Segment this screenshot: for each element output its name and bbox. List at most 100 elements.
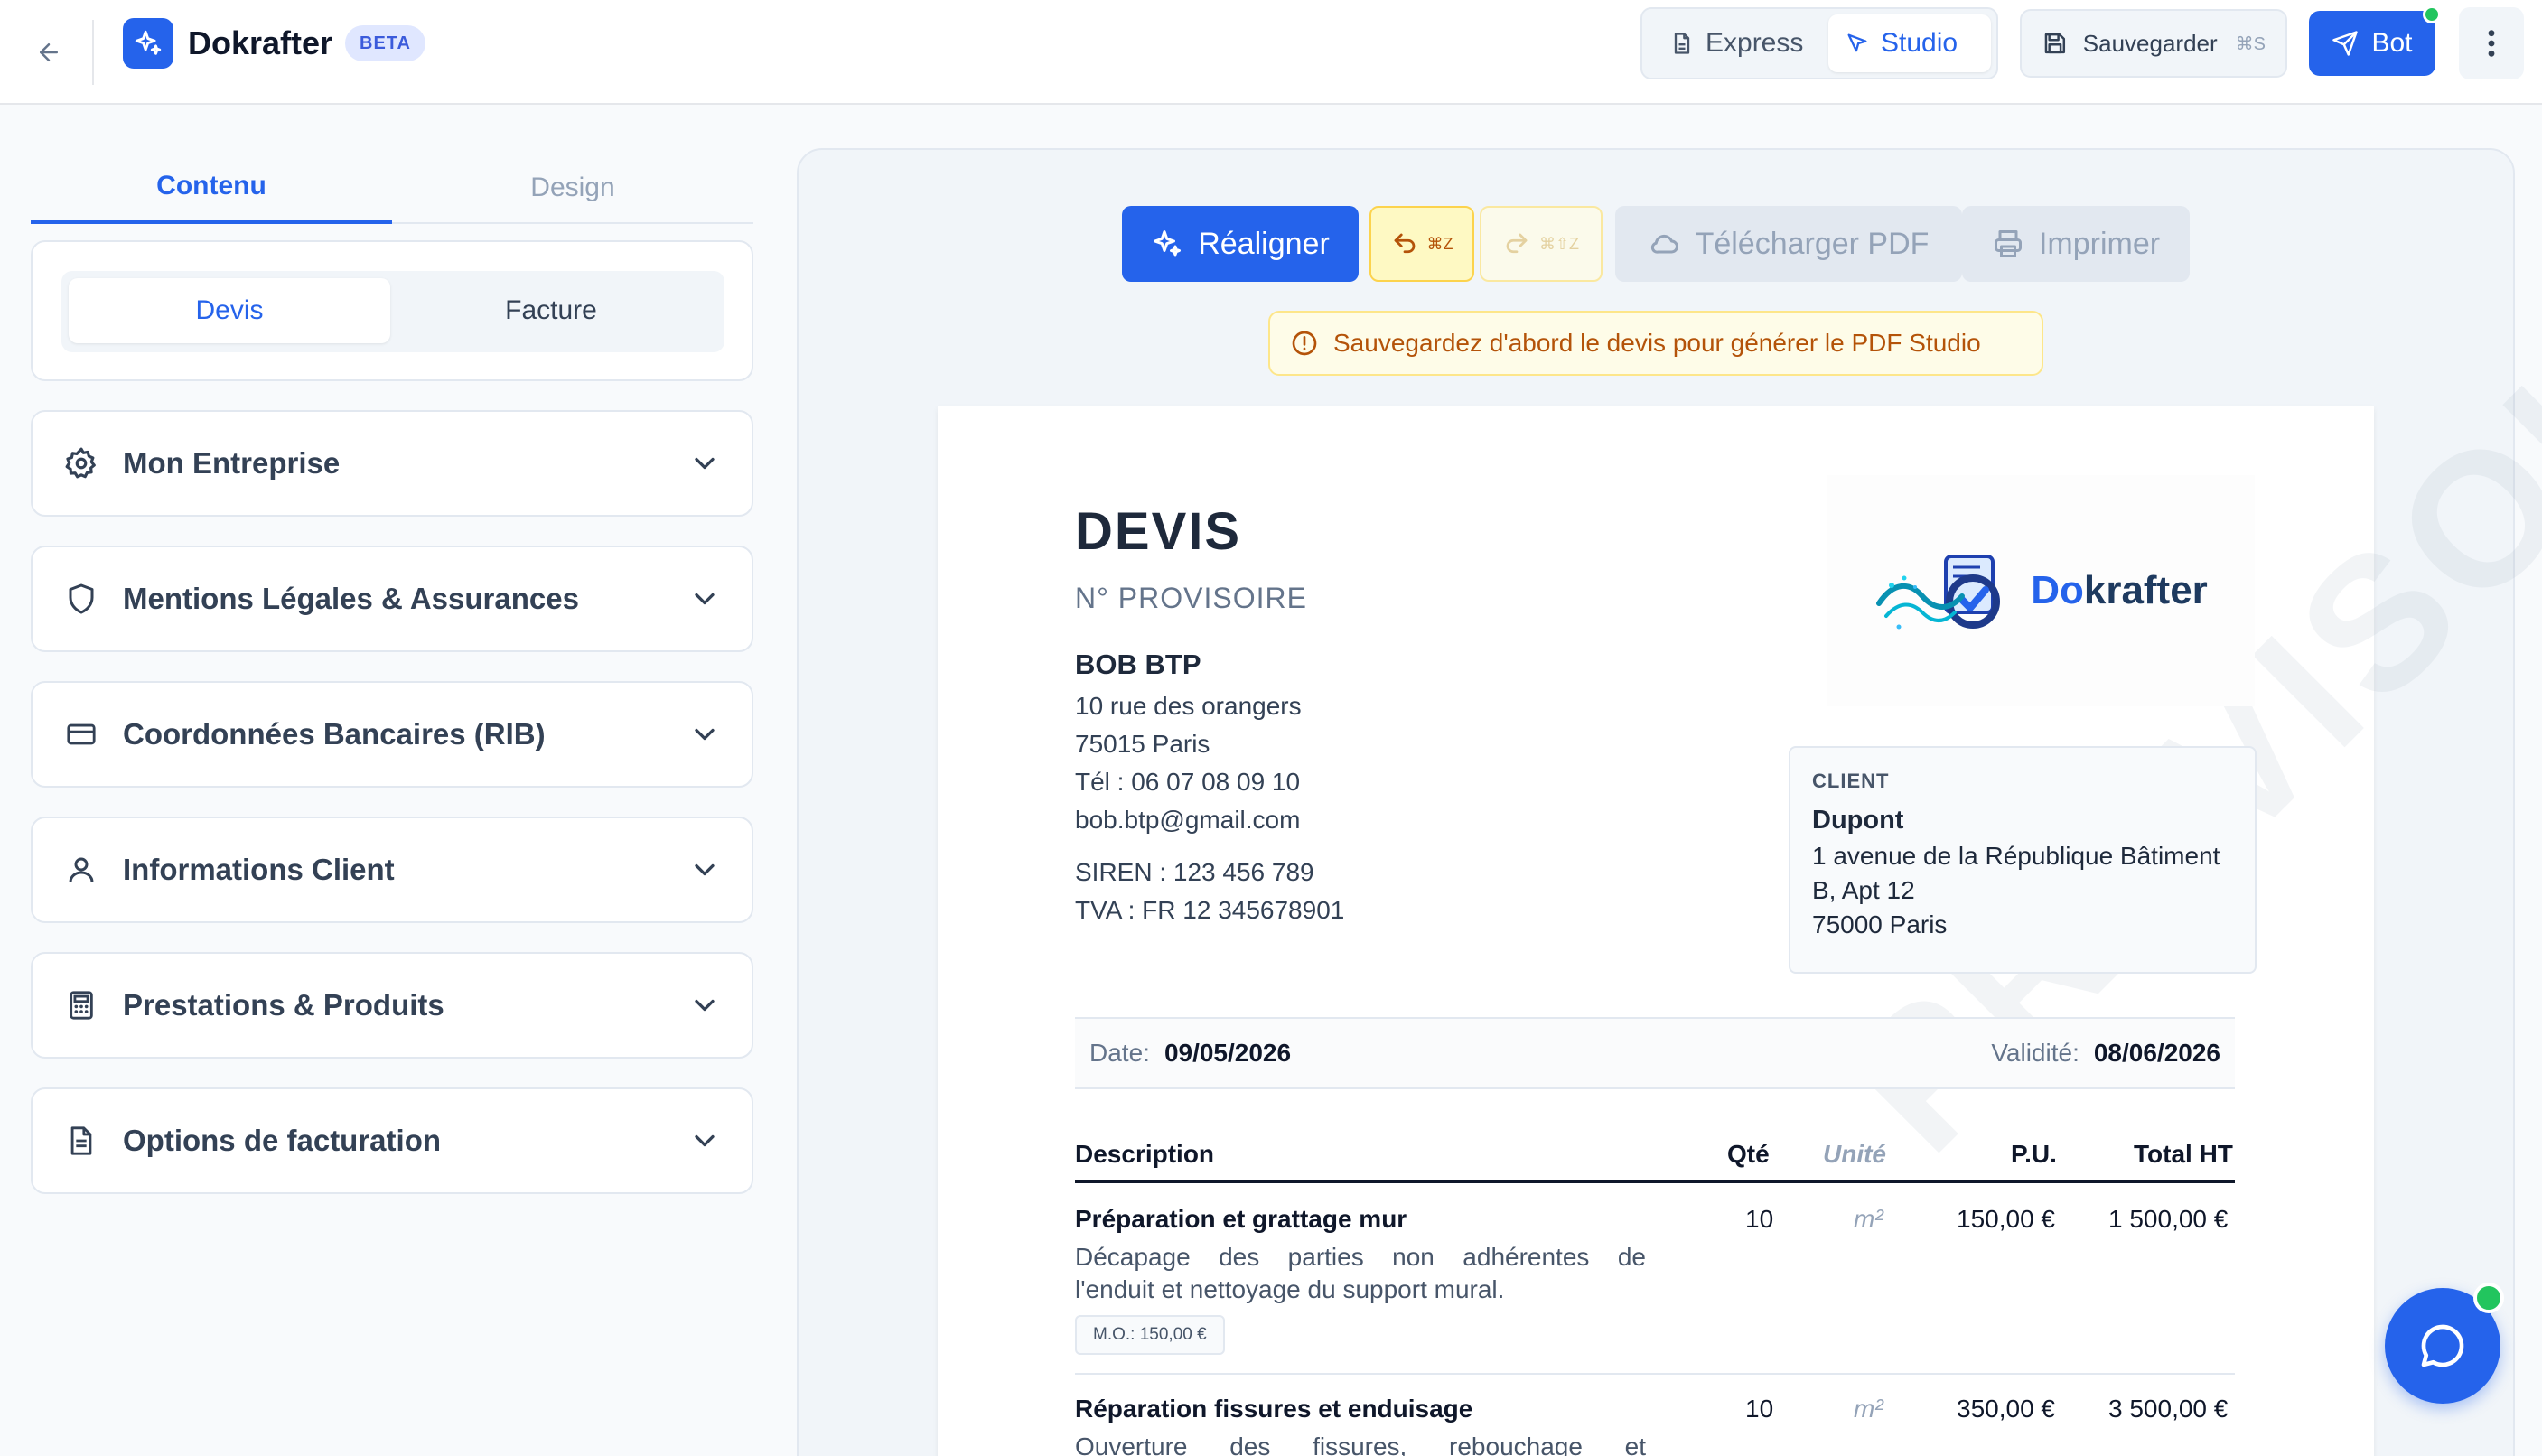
line-description: Ouverture des fissures, rebouchage et [1075,1431,1646,1456]
print-label: Imprimer [2038,226,2161,261]
realign-label: Réaligner [1198,226,1330,261]
validity-value: 08/06/2026 [2093,1039,2220,1067]
validity-label: Validité: [1991,1039,2079,1067]
app-title: Dokrafter [188,24,333,61]
realign-button[interactable]: Réaligner [1122,206,1359,282]
studio-mode-button[interactable]: Studio [1828,14,1991,72]
credit-card-icon [63,716,99,752]
date-label: Date: [1089,1039,1150,1067]
redo-button[interactable]: ⌘⇧Z [1480,206,1603,282]
document-title: DEVIS [1075,502,1242,561]
express-label: Express [1706,28,1804,58]
dokrafter-logo-icon [1876,555,2001,630]
section-label: Prestations & Produits [123,988,444,1022]
line-description: Décapage des parties non adhérentes de l… [1075,1241,1646,1306]
company-siren: SIREN : 123 456 789 [1075,858,1314,886]
redo-shortcut: ⌘⇧Z [1538,234,1580,253]
chevron-down-icon [695,457,715,470]
online-indicator [2423,5,2441,23]
date-value: 09/05/2026 [1164,1039,1292,1067]
save-warning-banner: Sauvegardez d'abord le devis pour génére… [1268,311,2043,376]
tab-design[interactable]: Design [392,152,753,224]
line-description-1: Décapage des parties non adhérentes de [1075,1243,1646,1271]
send-icon [2332,31,2359,56]
facture-button[interactable]: Facture [390,278,712,343]
gear-icon [63,445,99,481]
divider [92,20,94,85]
column-qty: Qté [1727,1140,1770,1168]
client-address-line1: 1 avenue de la République Bâtiment [1812,842,2220,870]
document-icon [63,1123,99,1159]
section-prestations-produits[interactable]: Prestations & Produits [31,952,753,1059]
sidebar-tabs: Contenu Design [31,152,753,224]
sparkles-icon [135,30,162,55]
more-menu-button[interactable] [2459,7,2524,79]
chat-online-indicator [2473,1283,2504,1313]
tab-contenu[interactable]: Contenu [31,152,392,224]
line-total: 1 500,00 € [2108,1205,2229,1233]
company-address-line1: 10 rue des orangers [1075,692,1302,720]
section-coordonnees-bancaires[interactable]: Coordonnées Bancaires (RIB) [31,681,753,788]
labor-badge: M.O.: 150,00 € [1075,1315,1225,1355]
column-total: Total HT [2134,1140,2233,1168]
column-pu: P.U. [2011,1140,2057,1168]
printer-icon [1994,230,2022,257]
save-button[interactable]: Sauvegarder ⌘S [2020,9,2287,78]
validity: Validité: 08/06/2026 [1991,1039,2220,1068]
section-label: Mentions Légales & Assurances [123,582,579,615]
section-label: Mon Entreprise [123,446,341,480]
cloud-icon [1650,234,1678,254]
mode-switch: Express Studio [1640,7,1998,79]
download-pdf-button[interactable]: Télécharger PDF [1615,206,1962,282]
table-header: Description Qté Unité P.U. Total HT [1075,1136,2235,1183]
cursor-icon [1847,33,1867,52]
section-label: Coordonnées Bancaires (RIB) [123,717,546,751]
company-logo: Dokrafter [1827,475,2255,706]
section-mon-entreprise[interactable]: Mon Entreprise [31,410,753,517]
client-address-line2: B, Apt 12 [1812,876,1915,904]
bot-label: Bot [2371,28,2413,58]
column-description: Description [1075,1140,1215,1168]
line-description-1: Ouverture des fissures, rebouchage et [1075,1433,1646,1456]
beta-badge: BETA [345,25,425,61]
chevron-down-icon [695,1134,715,1147]
app-logo[interactable] [123,18,173,69]
devis-button[interactable]: Devis [69,278,390,343]
row-divider [1075,1373,2235,1375]
chevron-down-icon [695,593,715,605]
section-informations-client[interactable]: Informations Client [31,817,753,923]
line-description-2: l'enduit et nettoyage du support mural. [1075,1275,1505,1303]
line-unit: m² [1854,1395,1883,1423]
section-mentions-legales[interactable]: Mentions Légales & Assurances [31,546,753,652]
chevron-down-icon [695,863,715,876]
document-type-card: Devis Facture [31,240,753,381]
logo-prefix: Do [2031,568,2084,612]
line-qty: 10 [1745,1395,1774,1423]
floppy-disk-icon [2044,33,2066,54]
express-mode-button[interactable]: Express [1653,14,1834,72]
bot-button[interactable]: Bot [2309,11,2435,76]
line-unit-price: 150,00 € [1957,1205,2055,1233]
client-address: 1 avenue de la République Bâtiment B, Ap… [1812,839,2233,942]
section-options-facturation[interactable]: Options de facturation [31,1087,753,1194]
alert-circle-icon [1292,331,1317,356]
document-number: N° PROVISOIRE [1075,582,1307,614]
company-address-line2: 75015 Paris [1075,730,1210,758]
save-shortcut: ⌘S [2235,33,2266,54]
section-label: Options de facturation [123,1124,442,1157]
warning-text: Sauvegardez d'abord le devis pour génére… [1333,329,1981,357]
line-title: Préparation et grattage mur [1075,1205,1407,1233]
undo-button[interactable]: ⌘Z [1369,206,1474,282]
undo-icon [1394,233,1415,254]
undo-shortcut: ⌘Z [1426,234,1453,253]
back-button[interactable] [22,25,76,79]
company-tva: TVA : FR 12 345678901 [1075,896,1345,924]
redo-icon [1506,233,1528,254]
line-unit: m² [1854,1205,1883,1233]
arrow-left-icon [40,43,58,61]
chevron-down-icon [695,728,715,741]
chevron-down-icon [695,999,715,1012]
line-title: Réparation fissures et enduisage [1075,1395,1473,1423]
document-icon [1674,33,1690,54]
print-button[interactable]: Imprimer [1962,206,2190,282]
